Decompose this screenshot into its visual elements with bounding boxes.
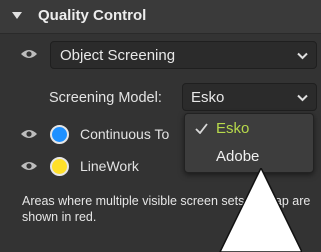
caret-down-icon [297, 94, 308, 102]
screening-model-label: Screening Model: [49, 90, 162, 106]
object-screening-value: Object Screening [60, 47, 176, 64]
quality-control-panel: Quality Control Object Screening Screeni… [0, 0, 321, 252]
chevron-down-icon[interactable] [11, 9, 23, 21]
panel-title: Quality Control [38, 7, 147, 24]
screen-color-swatch[interactable] [50, 125, 69, 144]
screen-label-linework: LineWork [80, 158, 139, 174]
dropdown-option-adobe[interactable]: Adobe [185, 144, 313, 170]
screen-label-continuous-tone: Continuous To [80, 126, 170, 142]
dropdown-option-label: Adobe [216, 148, 260, 165]
eye-icon[interactable] [20, 48, 38, 60]
object-screening-select[interactable]: Object Screening [50, 41, 317, 69]
screening-model-select[interactable]: Esko [182, 83, 317, 111]
checkmark-icon [195, 123, 208, 134]
screening-model-value: Esko [191, 89, 225, 106]
eye-icon[interactable] [20, 128, 38, 140]
panel-header[interactable]: Quality Control [0, 0, 321, 34]
dropdown-option-label: Esko [216, 120, 250, 137]
eye-icon[interactable] [20, 160, 38, 172]
callout-arrow [219, 168, 302, 252]
caret-down-icon [297, 52, 308, 60]
screen-color-swatch[interactable] [50, 157, 69, 176]
dropdown-option-esko[interactable]: Esko [185, 116, 313, 142]
screening-model-dropdown: Esko Adobe [184, 113, 314, 173]
